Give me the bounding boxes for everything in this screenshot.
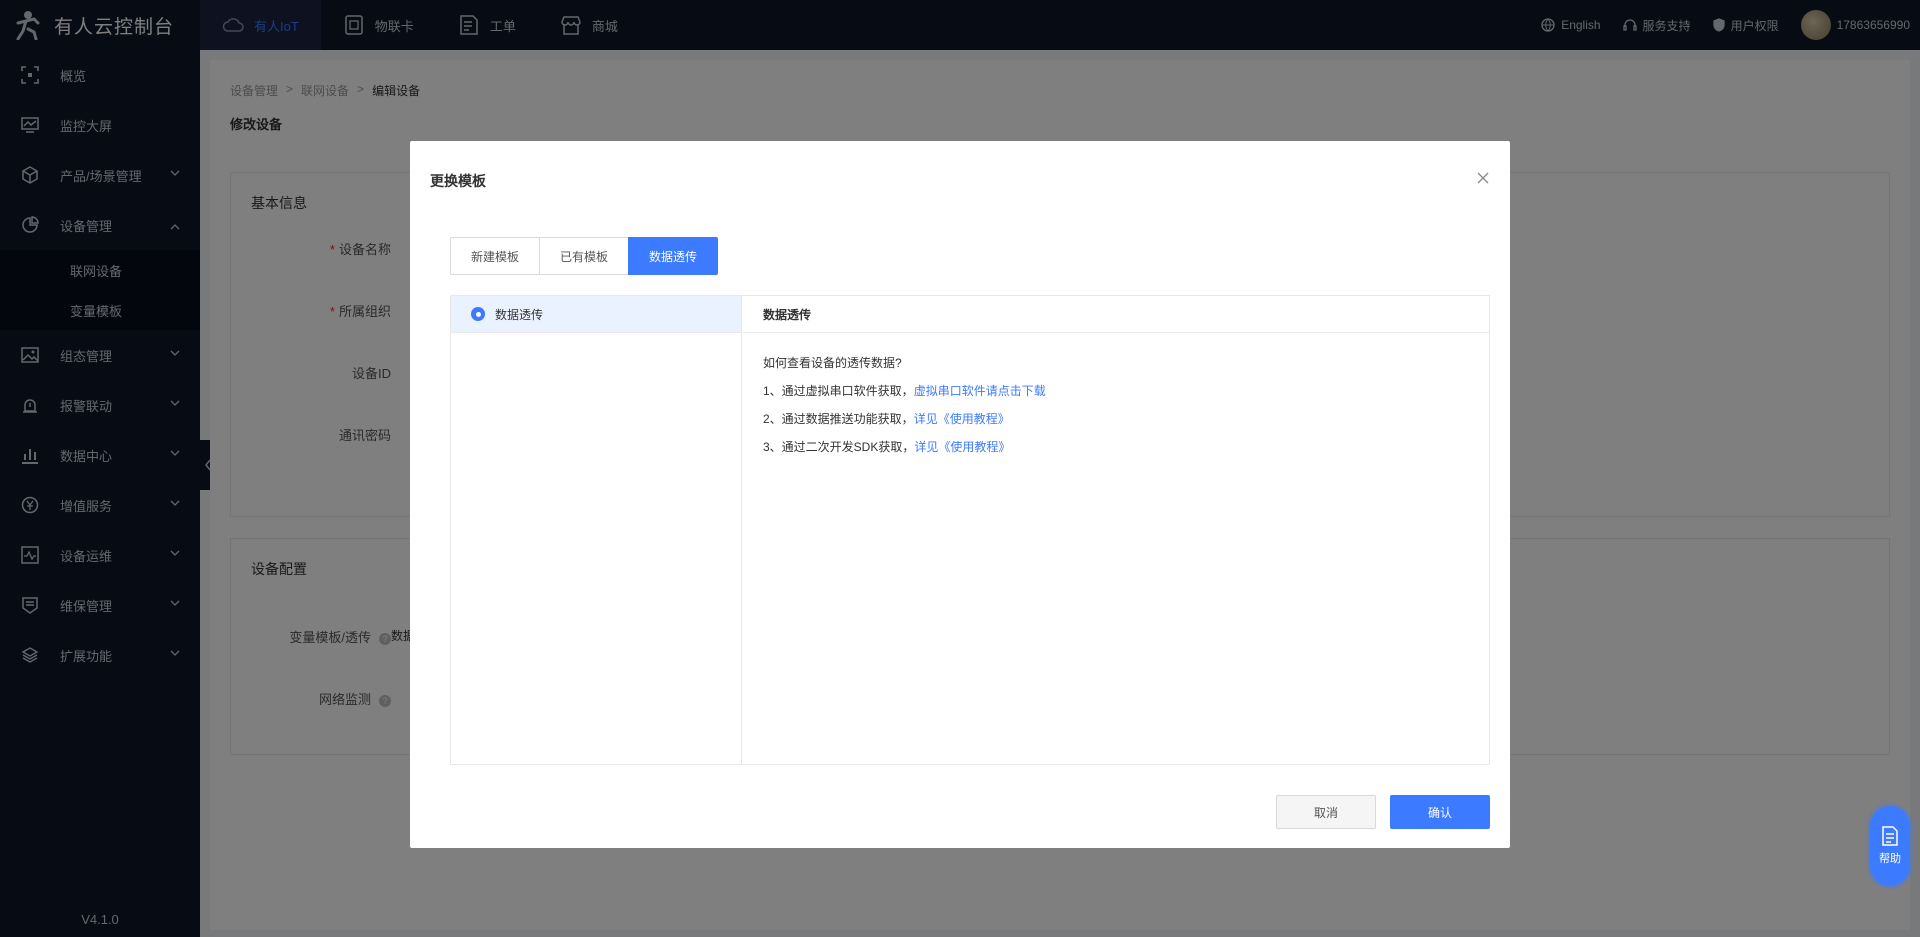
template-detail: 数据透传 如何查看设备的透传数据? 1、通过虚拟串口软件获取，虚拟串口软件请点击… [743, 296, 1489, 764]
detail-title: 数据透传 [743, 296, 1489, 333]
tutorial-link[interactable]: 详见《使用教程》 [914, 440, 1010, 454]
template-panel: 数据透传 数据透传 如何查看设备的透传数据? 1、通过虚拟串口软件获取，虚拟串口… [450, 295, 1490, 765]
detail-line-text: 2、通过数据推送功能获取， [763, 412, 914, 426]
tutorial-link[interactable]: 详见《使用教程》 [914, 412, 1010, 426]
tab-existing-template[interactable]: 已有模板 [539, 237, 630, 275]
cancel-button[interactable]: 取消 [1276, 795, 1376, 829]
detail-body: 如何查看设备的透传数据? 1、通过虚拟串口软件获取，虚拟串口软件请点击下载 2、… [743, 333, 1489, 477]
detail-question: 如何查看设备的透传数据? [763, 356, 902, 370]
help-label: 帮助 [1879, 853, 1901, 865]
detail-line: 2、通过数据推送功能获取，详见《使用教程》 [763, 405, 1469, 433]
tab-data-passthrough[interactable]: 数据透传 [628, 237, 719, 275]
help-button[interactable]: 帮助 [1870, 806, 1910, 886]
template-list: 数据透传 [451, 296, 742, 764]
list-item-label: 数据透传 [495, 307, 544, 322]
detail-line: 1、通过虚拟串口软件获取，虚拟串口软件请点击下载 [763, 377, 1469, 405]
document-icon [1882, 826, 1898, 846]
close-icon[interactable] [1476, 171, 1490, 185]
list-item[interactable]: 数据透传 [451, 296, 741, 333]
tab-new-template[interactable]: 新建模板 [450, 237, 541, 275]
change-template-dialog: 更换模板 新建模板 已有模板 数据透传 数据透传 数据透传 如何查看设备的透传数… [410, 141, 1510, 848]
dialog-title: 更换模板 [430, 173, 486, 189]
confirm-button[interactable]: 确认 [1390, 795, 1490, 829]
radio-selected-icon[interactable] [471, 307, 485, 321]
detail-line-text: 3、通过二次开发SDK获取， [763, 440, 915, 454]
detail-line-text: 1、通过虚拟串口软件获取， [763, 384, 914, 398]
template-type-tabs: 新建模板 已有模板 数据透传 [450, 237, 719, 275]
detail-line: 3、通过二次开发SDK获取，详见《使用教程》 [763, 433, 1469, 461]
download-link[interactable]: 虚拟串口软件请点击下载 [914, 384, 1046, 398]
